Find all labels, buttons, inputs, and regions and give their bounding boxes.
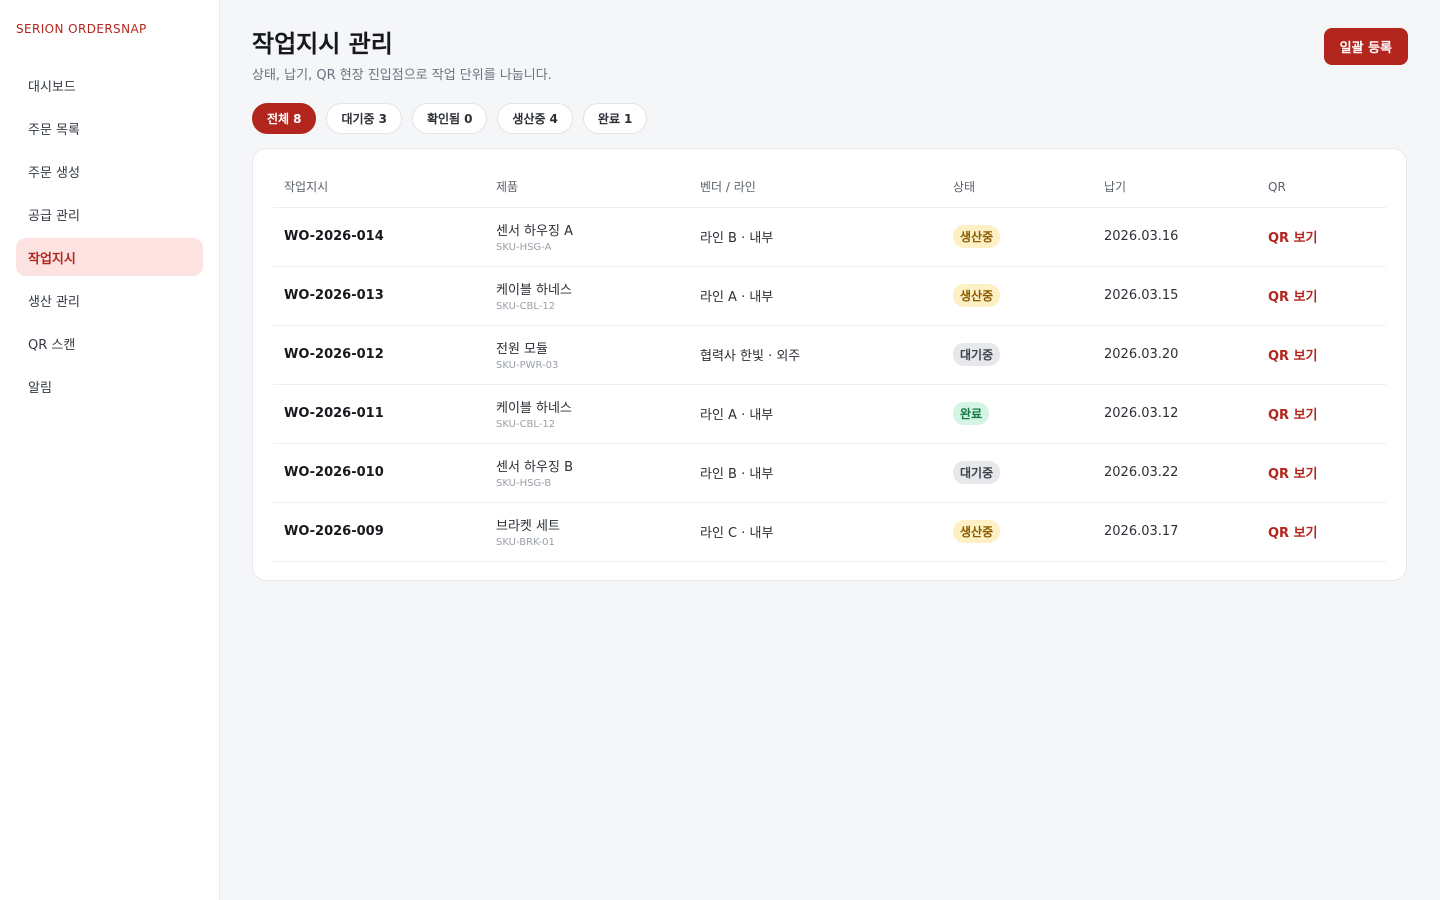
brand-logo: SERION ORDERSNAP bbox=[16, 22, 147, 36]
due-date: 2026.03.22 bbox=[1093, 443, 1257, 503]
table-header-row: 작업지시 제품 벤더 / 라인 상태 납기 QR bbox=[273, 167, 1386, 208]
page-header: 작업지시 관리 상태, 납기, QR 현장 진입점으로 작업 단위를 나눕니다.… bbox=[252, 28, 1408, 83]
due-date: 2026.03.16 bbox=[1093, 207, 1257, 267]
vendor-line: 라인 B · 내부 bbox=[689, 207, 942, 267]
product-sku: SKU-PWR-03 bbox=[496, 360, 559, 371]
sidebar-item-order-create[interactable]: 주문 생성 bbox=[16, 152, 203, 190]
table-row[interactable]: WO-2026-010 센서 하우징 B SKU-HSG-B 라인 B · 내부 … bbox=[273, 443, 1386, 503]
sidebar-item-label: 생산 관리 bbox=[28, 294, 80, 310]
vendor-line: 라인 A · 내부 bbox=[689, 266, 942, 326]
table-row[interactable]: WO-2026-011 케이블 하네스 SKU-CBL-12 라인 A · 내부 … bbox=[273, 384, 1386, 444]
product-sku: SKU-CBL-12 bbox=[496, 419, 556, 430]
filter-chip-all[interactable]: 전체 8 bbox=[252, 103, 317, 134]
product-name: 센서 하우징 B bbox=[496, 460, 573, 475]
filter-chip-label: 확인됨 bbox=[426, 112, 461, 126]
status-badge: 생산중 bbox=[953, 520, 1001, 543]
work-order-id[interactable]: WO-2026-010 bbox=[284, 465, 384, 480]
work-order-id[interactable]: WO-2026-014 bbox=[284, 229, 384, 244]
qr-view-link[interactable]: QR 보기 bbox=[1268, 526, 1318, 541]
product-name: 케이블 하네스 bbox=[496, 401, 572, 416]
product-name: 전원 모듈 bbox=[496, 342, 548, 357]
filter-chip-count: 8 bbox=[293, 111, 302, 126]
qr-view-link[interactable]: QR 보기 bbox=[1268, 408, 1318, 423]
filter-chip-waiting[interactable]: 대기중 3 bbox=[326, 103, 402, 134]
due-date: 2026.03.15 bbox=[1093, 266, 1257, 326]
filter-chip-label: 완료 bbox=[597, 112, 620, 126]
due-date: 2026.03.12 bbox=[1093, 384, 1257, 444]
column-header-product[interactable]: 제품 bbox=[485, 167, 689, 208]
sidebar-item-label: QR 스캔 bbox=[28, 337, 76, 353]
app-root: SERION ORDERSNAP 대시보드 주문 목록 주문 생성 공급 관리 … bbox=[0, 0, 1440, 900]
page-title: 작업지시 관리 bbox=[252, 30, 393, 58]
table-row[interactable]: WO-2026-014 센서 하우징 A SKU-HSG-A 라인 B · 내부 … bbox=[273, 207, 1386, 267]
qr-view-link[interactable]: QR 보기 bbox=[1268, 349, 1318, 364]
status-badge: 대기중 bbox=[953, 343, 1001, 366]
filter-chip-count: 1 bbox=[624, 111, 633, 126]
sidebar-item-work-orders[interactable]: 작업지시 bbox=[16, 238, 203, 276]
product-sku: SKU-HSG-A bbox=[496, 242, 552, 253]
product-sku: SKU-CBL-12 bbox=[496, 301, 556, 312]
product-name: 센서 하우징 A bbox=[496, 224, 573, 239]
vendor-line: 라인 B · 내부 bbox=[689, 443, 942, 503]
work-order-table: 작업지시 제품 벤더 / 라인 상태 납기 QR WO-2026-014 센서 … bbox=[273, 167, 1386, 562]
filter-chip-label: 전체 bbox=[267, 112, 290, 126]
product-sku: SKU-HSG-B bbox=[496, 478, 552, 489]
work-order-id[interactable]: WO-2026-013 bbox=[284, 288, 384, 303]
work-order-id[interactable]: WO-2026-011 bbox=[284, 406, 384, 421]
sidebar-item-supply[interactable]: 공급 관리 bbox=[16, 195, 203, 233]
main-content: 작업지시 관리 상태, 납기, QR 현장 진입점으로 작업 단위를 나눕니다.… bbox=[220, 0, 1440, 900]
column-header-qr: QR bbox=[1257, 167, 1386, 208]
filter-chip-done[interactable]: 완료 1 bbox=[582, 103, 648, 134]
status-badge: 대기중 bbox=[953, 461, 1001, 484]
sidebar-item-production[interactable]: 생산 관리 bbox=[16, 281, 203, 319]
due-date: 2026.03.17 bbox=[1093, 502, 1257, 562]
status-filter-tabs: 전체 8 대기중 3 확인됨 0 생산중 4 완료 1 bbox=[252, 103, 1408, 134]
filter-chip-count: 4 bbox=[549, 111, 558, 126]
table-row[interactable]: WO-2026-012 전원 모듈 SKU-PWR-03 협력사 한빛 · 외주 … bbox=[273, 325, 1386, 385]
status-badge: 생산중 bbox=[953, 225, 1001, 248]
product-name: 케이블 하네스 bbox=[496, 283, 572, 298]
due-date: 2026.03.20 bbox=[1093, 325, 1257, 385]
page-heading-group: 작업지시 관리 상태, 납기, QR 현장 진입점으로 작업 단위를 나눕니다. bbox=[252, 28, 552, 83]
vendor-line: 라인 C · 내부 bbox=[689, 502, 942, 562]
table-row[interactable]: WO-2026-009 브라켓 세트 SKU-BRK-01 라인 C · 내부 생… bbox=[273, 502, 1386, 562]
vendor-line: 라인 A · 내부 bbox=[689, 384, 942, 444]
table-row[interactable]: WO-2026-013 케이블 하네스 SKU-CBL-12 라인 A · 내부 … bbox=[273, 266, 1386, 326]
filter-chip-count: 0 bbox=[464, 111, 473, 126]
status-badge: 생산중 bbox=[953, 284, 1001, 307]
column-header-work-order[interactable]: 작업지시 bbox=[273, 167, 485, 208]
sidebar-item-order-list[interactable]: 주문 목록 bbox=[16, 109, 203, 147]
filter-chip-label: 생산중 bbox=[512, 112, 546, 126]
qr-view-link[interactable]: QR 보기 bbox=[1268, 467, 1318, 482]
sidebar-item-label: 주문 목록 bbox=[28, 122, 80, 138]
sidebar-item-label: 작업지시 bbox=[28, 251, 76, 267]
work-order-table-card: 작업지시 제품 벤더 / 라인 상태 납기 QR WO-2026-014 센서 … bbox=[252, 148, 1407, 581]
qr-view-link[interactable]: QR 보기 bbox=[1268, 231, 1318, 246]
bulk-register-button[interactable]: 일괄 등록 bbox=[1323, 28, 1408, 65]
work-order-id[interactable]: WO-2026-012 bbox=[284, 347, 384, 362]
sidebar-item-label: 공급 관리 bbox=[28, 208, 80, 224]
vendor-line: 협력사 한빛 · 외주 bbox=[689, 325, 942, 385]
page-subtitle: 상태, 납기, QR 현장 진입점으로 작업 단위를 나눕니다. bbox=[252, 68, 552, 83]
column-header-vendor-line[interactable]: 벤더 / 라인 bbox=[689, 167, 942, 208]
column-header-due-date[interactable]: 납기 bbox=[1093, 167, 1257, 208]
sidebar-item-label: 대시보드 bbox=[28, 79, 76, 95]
sidebar-item-dashboard[interactable]: 대시보드 bbox=[16, 66, 203, 104]
work-order-id[interactable]: WO-2026-009 bbox=[284, 524, 384, 539]
filter-chip-label: 대기중 bbox=[341, 112, 375, 126]
sidebar: SERION ORDERSNAP 대시보드 주문 목록 주문 생성 공급 관리 … bbox=[0, 0, 220, 900]
sidebar-item-notifications[interactable]: 알림 bbox=[16, 367, 203, 405]
sidebar-item-label: 알림 bbox=[28, 380, 52, 396]
qr-view-link[interactable]: QR 보기 bbox=[1268, 290, 1318, 305]
sidebar-nav: 대시보드 주문 목록 주문 생성 공급 관리 작업지시 생산 관리 QR 스캔 … bbox=[16, 66, 203, 405]
filter-chip-producing[interactable]: 생산중 4 bbox=[497, 103, 573, 134]
sidebar-item-qr-scan[interactable]: QR 스캔 bbox=[16, 324, 203, 362]
filter-chip-count: 3 bbox=[378, 111, 387, 126]
status-badge: 완료 bbox=[953, 402, 990, 425]
filter-chip-confirmed[interactable]: 확인됨 0 bbox=[411, 103, 488, 134]
product-sku: SKU-BRK-01 bbox=[496, 537, 555, 548]
sidebar-item-label: 주문 생성 bbox=[28, 165, 80, 181]
product-name: 브라켓 세트 bbox=[496, 519, 560, 534]
column-header-status[interactable]: 상태 bbox=[942, 167, 1093, 208]
